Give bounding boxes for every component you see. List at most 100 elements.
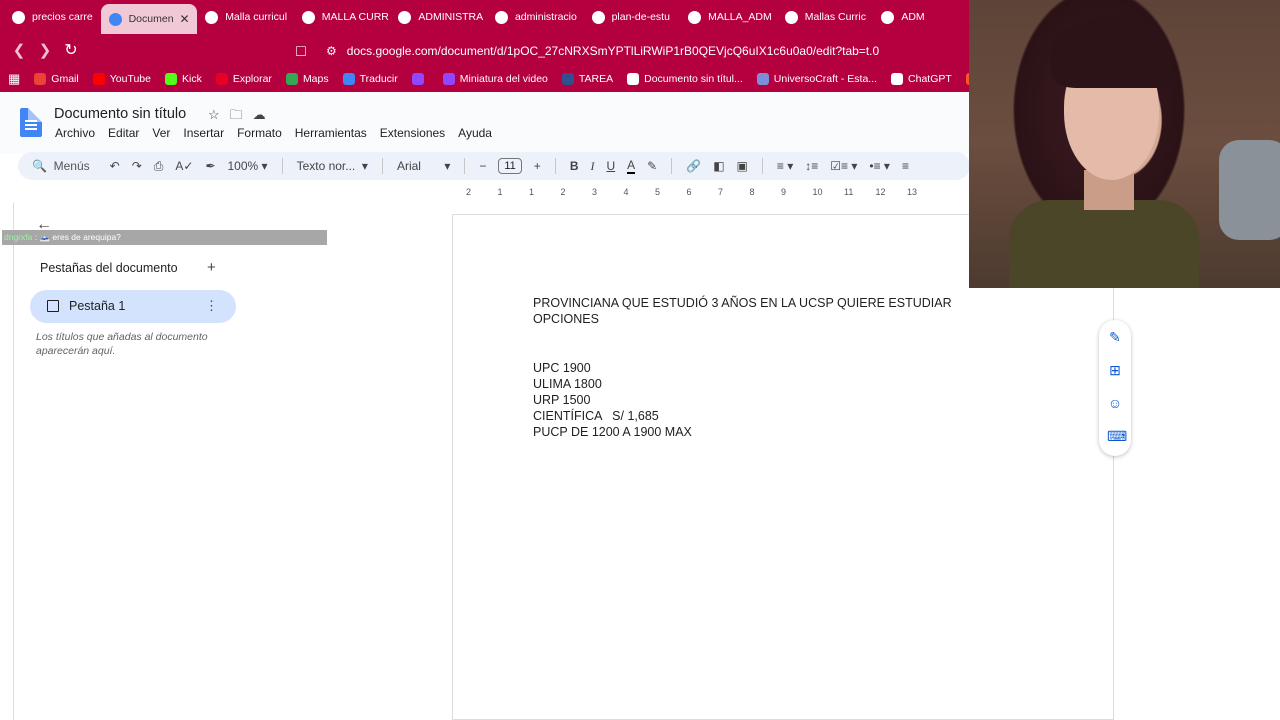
apps-icon[interactable]: ▦ <box>8 71 20 87</box>
browser-tab[interactable]: Malla curricul <box>197 3 294 31</box>
more-options-icon[interactable]: ⋮ <box>205 298 218 314</box>
bold-button[interactable]: B <box>570 159 579 173</box>
menu-item[interactable]: Ayuda <box>458 126 492 140</box>
bookmark-item[interactable]: Kick <box>164 73 202 85</box>
person-hair <box>1051 18 1171 88</box>
browser-tab[interactable]: MALLA CURR <box>294 3 391 31</box>
pdf-icon <box>591 10 605 24</box>
increase-font-icon[interactable]: + <box>534 159 541 173</box>
menu-item[interactable]: Insertar <box>183 126 224 140</box>
bookmark-item[interactable]: ChatGPT <box>891 73 952 85</box>
suggest-edits-icon[interactable]: ⌨ <box>1107 428 1127 444</box>
forward-icon[interactable]: ❯ <box>32 41 58 59</box>
browser-address-row: ❮ ❯ ↻ ◻ ⚙ docs.google.com/document/d/1pO… <box>0 34 970 66</box>
toolbar-divider <box>281 158 283 174</box>
horizontal-ruler[interactable]: 2 1 1 2 3 4 5 6 7 8 9 10 11 12 13 <box>452 185 970 203</box>
checklist-icon[interactable]: ☑≡ ▾ <box>830 159 857 173</box>
zoom-value: 100% <box>227 159 259 173</box>
bookmark-label: Traducir <box>359 73 398 85</box>
font-size-input[interactable]: 11 <box>498 158 522 174</box>
bookmark-favicon <box>164 73 177 85</box>
undo-icon[interactable]: ↶ <box>110 159 120 173</box>
decrease-font-icon[interactable]: − <box>479 159 486 173</box>
url-text: docs.google.com/document/d/1pOC_27cNRXSm… <box>346 44 880 58</box>
text-color-button[interactable]: A <box>627 158 636 174</box>
menu-item[interactable]: Formato <box>237 126 282 140</box>
bookmark-favicon <box>215 73 228 85</box>
edit-suggest-icon[interactable]: ✎ <box>1107 329 1123 345</box>
cloud-status-icon[interactable]: ☁ <box>253 107 276 122</box>
bookmark-item[interactable]: Explorar <box>215 73 272 85</box>
browser-tab[interactable]: precios carre <box>4 3 101 31</box>
bookmark-item[interactable] <box>411 73 429 85</box>
site-settings-icon[interactable]: ⚙ <box>326 44 337 58</box>
browser-tab[interactable]: ADMINISTRA <box>390 3 487 31</box>
paint-format-icon[interactable]: ✒ <box>205 159 215 173</box>
doc-list-item: CIENTÍFICA S/ 1,685 <box>533 409 659 423</box>
document-tab-1[interactable]: Pestaña 1 ⋮ <box>30 290 236 323</box>
menu-item[interactable]: Editar <box>108 126 139 140</box>
bookmark-favicon <box>627 73 640 85</box>
search-menus[interactable]: 🔍 Menús <box>32 159 90 173</box>
star-icon[interactable]: ☆ <box>208 107 230 122</box>
print-icon[interactable]: ⎙ <box>154 159 164 174</box>
bullet-list-icon[interactable]: •≡ ▾ <box>869 159 890 173</box>
underline-button[interactable]: U <box>606 159 615 173</box>
google-icon <box>301 10 315 24</box>
reload-icon[interactable]: ↻ <box>58 40 84 60</box>
document-page[interactable]: PROVINCIANA QUE ESTUDIÓ 3 AÑOS EN LA UCS… <box>452 214 1114 720</box>
bookmark-item[interactable]: YouTube <box>92 73 151 85</box>
numbered-list-icon[interactable]: ≡ <box>902 159 909 173</box>
university-icon <box>784 10 798 24</box>
add-tab-icon[interactable]: + <box>207 259 216 276</box>
redo-icon[interactable]: ↷ <box>132 159 142 173</box>
line-spacing-icon[interactable]: ↕≡ <box>805 159 818 173</box>
emoji-icon[interactable]: ☺ <box>1107 395 1123 411</box>
browser-tab[interactable]: MALLA_ADM <box>680 3 777 31</box>
italic-button[interactable]: I <box>590 159 594 174</box>
title-actions: ☆🗀☁ <box>208 106 276 128</box>
back-icon[interactable]: ❮ <box>6 41 32 59</box>
bookmark-item[interactable]: Maps <box>285 73 329 85</box>
pdf-icon <box>494 10 508 24</box>
align-icon[interactable]: ≡ ▾ <box>777 159 793 173</box>
bookmark-item[interactable]: UniversoCraft - Esta... <box>756 73 878 85</box>
move-folder-icon[interactable]: 🗀 <box>230 107 253 122</box>
bookmark-item[interactable]: TAREA <box>561 73 613 85</box>
bookmark-item[interactable]: Gmail <box>34 73 79 85</box>
highlight-icon[interactable]: ✎ <box>647 159 657 173</box>
link-icon[interactable]: 🔗 <box>686 159 701 173</box>
close-tab-icon[interactable]: ✕ <box>174 12 190 26</box>
doc-list-item: UPC 1900 <box>533 361 591 375</box>
font-select[interactable]: Arial ▾ <box>397 159 450 173</box>
menu-item[interactable]: Ver <box>152 126 170 140</box>
style-select[interactable]: Texto nor... ▾ <box>297 159 368 173</box>
image-icon[interactable]: ▣ <box>737 159 748 173</box>
bookmark-item[interactable]: Miniatura del video <box>442 73 548 85</box>
address-bar[interactable]: ⚙ docs.google.com/document/d/1pOC_27cNRX… <box>326 40 879 62</box>
pdf-icon <box>688 10 702 24</box>
document-title[interactable]: Documento sin título <box>54 106 186 122</box>
browser-tab[interactable]: Documen ✕ <box>100 4 198 34</box>
spellcheck-icon[interactable]: A✓ <box>175 159 193 173</box>
browser-tab[interactable]: administracio <box>487 3 584 31</box>
bookmark-item[interactable]: Traducir <box>342 73 398 85</box>
ruler-tick-label: 3 <box>592 187 598 197</box>
bookmark-label: UniversoCraft - Esta... <box>773 73 878 85</box>
menu-item[interactable]: Archivo <box>55 126 95 140</box>
bookmark-icon[interactable]: ◻ <box>288 41 314 59</box>
add-comment-float-icon[interactable]: ⊞ <box>1107 362 1123 378</box>
browser-tab[interactable]: Mallas Curric <box>777 3 874 31</box>
vertical-ruler[interactable] <box>4 203 14 720</box>
add-comment-icon[interactable]: ◧ <box>713 159 724 173</box>
document-tab-label: Pestaña 1 <box>69 299 126 313</box>
menu-item[interactable]: Herramientas <box>295 126 367 140</box>
docs-logo-icon[interactable] <box>20 108 42 137</box>
bookmark-label: ChatGPT <box>908 73 952 85</box>
menu-item[interactable]: Extensiones <box>380 126 445 140</box>
zoom-select[interactable]: 100% ▾ <box>228 159 268 173</box>
bookmark-item[interactable]: Documento sin títul... <box>627 73 743 85</box>
browser-tab[interactable]: plan-de-estu <box>584 3 681 31</box>
browser-tab[interactable]: ADM <box>873 3 970 31</box>
stream-chat-overlay: dngrxfa : 🗻 eres de arequipa? <box>2 230 327 245</box>
